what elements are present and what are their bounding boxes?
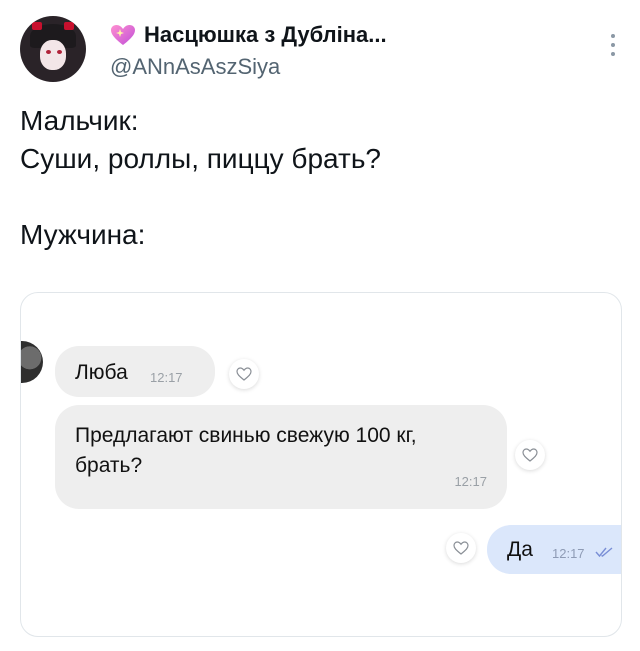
message-time: 12:17: [454, 474, 487, 489]
heart-icon: [110, 24, 136, 46]
message-bubble-outgoing: Да 12:17: [487, 525, 621, 574]
message-text: Да: [507, 538, 533, 561]
user-handle[interactable]: @ANnAsAszSiya: [110, 54, 280, 80]
message-text: Люба: [75, 361, 128, 384]
reaction-heart-icon: [446, 533, 476, 563]
name-row: Насцюшка з Дублiна...: [110, 22, 387, 48]
reaction-heart-icon: [229, 359, 259, 389]
message-time: 12:17: [552, 546, 585, 561]
double-check-icon: [595, 547, 613, 558]
tweet-header: Насцюшка з Дублiна... @ANnAsAszSiya: [20, 16, 620, 86]
tweet-line: [20, 178, 620, 216]
chat-screenshot[interactable]: Люба 12:17 Предлагают свинью свежую 100 …: [20, 292, 622, 637]
user-avatar[interactable]: [20, 16, 86, 82]
tweet-line: Мужчина:: [20, 219, 146, 250]
more-icon[interactable]: [610, 34, 616, 60]
tweet-line: Мальчик:: [20, 105, 139, 136]
tweet-text: Мальчик: Суши, роллы, пиццу брать? Мужчи…: [20, 102, 620, 254]
message-bubble-incoming: Предлагают свинью свежую 100 кг, брать? …: [55, 405, 507, 509]
contact-avatar: [21, 341, 43, 383]
tweet-line: Суши, роллы, пиццу брать?: [20, 143, 381, 174]
message-bubble-incoming: Люба 12:17: [55, 346, 215, 397]
display-name[interactable]: Насцюшка з Дублiна...: [144, 22, 387, 48]
message-time: 12:17: [150, 370, 183, 385]
reaction-heart-icon: [515, 440, 545, 470]
message-text: Предлагают свинью свежую 100 кг, брать?: [75, 424, 417, 477]
